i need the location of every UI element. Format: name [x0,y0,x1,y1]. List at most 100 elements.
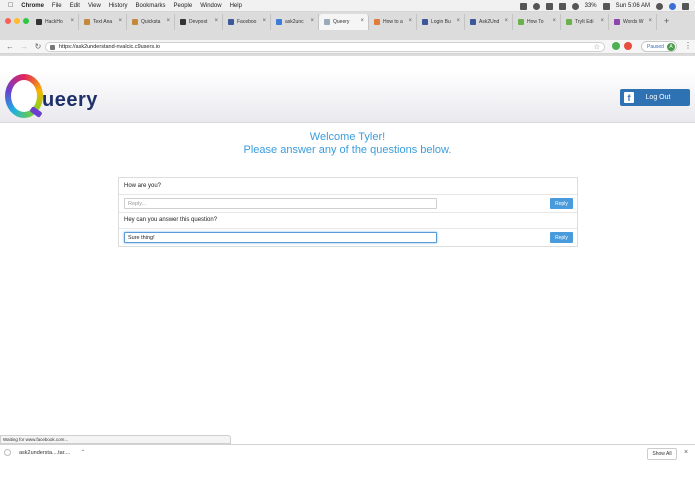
siri-icon[interactable] [669,2,676,10]
menu-view[interactable]: View [88,3,101,9]
adblock-extension-icon[interactable] [624,42,632,50]
site-header: ueery [0,71,695,123]
tab-close-icon[interactable]: × [166,18,170,24]
address-bar[interactable]: https://ask2understand-nvalcic.c9users.i… [45,42,605,52]
bookmark-star-icon[interactable]: ☆ [594,43,600,51]
tab-close-icon[interactable]: × [504,18,508,24]
profile-status: Paused [647,43,664,50]
wifi-icon[interactable] [571,2,579,10]
spotlight-search-icon[interactable] [656,2,663,10]
status-text: Waiting for www.facebook.com... [3,437,69,442]
close-downloads-icon[interactable]: × [684,449,688,456]
questions-panel: How are you? Reply Hey can you answer th… [118,177,578,247]
browser-toolbar: ← → ↻ https://ask2understand-nvalcic.c9u… [0,40,695,54]
address-bar-url[interactable]: https://ask2understand-nvalcic.c9users.i… [59,44,160,50]
divider [119,228,577,229]
tab-favicon-icon [614,19,620,25]
tab-favicon-icon [276,19,282,25]
tab-item[interactable]: How to a × [369,14,417,30]
tab-active[interactable]: Queery × [319,14,369,30]
minimize-window-icon[interactable] [14,18,20,24]
tab-close-icon[interactable]: × [600,18,604,24]
downloads-bar: ask2understa....tar.... ⌃ Show All × [0,444,695,462]
welcome-title: Welcome Tyler! [309,131,386,143]
new-tab-icon[interactable]: + [664,16,669,26]
tab-item[interactable]: Words W × [609,14,657,30]
airplay-icon[interactable] [545,2,553,10]
sync-icon[interactable] [532,2,540,10]
app-status-icon[interactable] [519,2,527,10]
notification-center-icon[interactable] [682,2,689,10]
logout-button[interactable]: f Log Out [620,89,690,106]
menubar-status-area: 33% Sun 5:06 AM [519,0,689,12]
tab-list: HackHo × Text Ana × Quicksta × Devpost × Faceboo… [31,14,657,30]
tab-close-icon[interactable]: × [360,18,364,24]
tab-label: TryIt Edi [575,19,594,25]
download-item[interactable]: ask2understa....tar.... ⌃ [4,449,85,456]
logo-text: ueery [42,89,98,111]
reply-input[interactable] [124,198,437,209]
close-window-icon[interactable] [5,18,11,24]
welcome-subtitle: Please answer any of the questions below… [243,144,452,156]
tab-item[interactable]: Login Bu × [417,14,465,30]
tab-close-icon[interactable]: × [456,18,460,24]
download-progress-icon [4,449,11,456]
tab-favicon-icon [518,19,524,25]
menu-file[interactable]: File [52,3,62,9]
menu-edit[interactable]: Edit [70,3,80,9]
tab-close-icon[interactable]: × [310,18,314,24]
forward-arrow-icon[interactable]: → [20,42,28,51]
download-filename[interactable]: ask2understa....tar.... [19,450,70,456]
tab-item[interactable]: Faceboo × [223,14,271,30]
tab-close-icon[interactable]: × [118,18,122,24]
extension-icon[interactable] [612,42,620,50]
tab-close-icon[interactable]: × [70,18,74,24]
battery-icon[interactable] [602,2,610,10]
tab-favicon-icon [84,19,90,25]
apple-icon[interactable]:  [8,2,13,9]
more-menu-icon[interactable]: ⋮ [684,41,692,50]
tab-close-icon[interactable]: × [552,18,556,24]
tab-close-icon[interactable]: × [648,18,652,24]
tab-label: Faceboo [237,19,257,25]
clock[interactable]: Sun 5:06 AM [616,3,650,9]
tab-label: How To [527,19,544,25]
logout-label: Log Out [645,94,671,101]
tab-favicon-icon [36,19,42,25]
back-arrow-icon[interactable]: ← [6,42,14,51]
profile-button[interactable]: Paused A [641,41,677,52]
volume-icon[interactable] [558,2,566,10]
tab-item[interactable]: Text Ana × [79,14,127,30]
tab-close-icon[interactable]: × [262,18,266,24]
tab-close-icon[interactable]: × [214,18,218,24]
tab-label: Quicksta [141,19,161,25]
tab-favicon-icon [180,19,186,25]
tab-favicon-icon [132,19,138,25]
tab-item[interactable]: ask2unc × [271,14,319,30]
chevron-up-icon[interactable]: ⌃ [80,449,85,456]
question-text: How are you? [124,183,162,189]
tab-item[interactable]: TryIt Edi × [561,14,609,30]
facebook-icon: f [624,92,634,103]
menu-help[interactable]: Help [230,3,242,9]
tab-item[interactable]: How To × [513,14,561,30]
tab-item[interactable]: HackHo × [31,14,79,30]
tab-close-icon[interactable]: × [408,18,412,24]
tab-favicon-icon [324,19,330,25]
reload-icon[interactable]: ↻ [34,42,42,51]
menu-app-name[interactable]: Chrome [21,3,44,9]
menu-people[interactable]: People [174,3,193,9]
reply-button[interactable]: Reply [550,232,573,243]
reply-input[interactable] [124,232,437,243]
menu-history[interactable]: History [109,3,128,9]
reply-button[interactable]: Reply [550,198,573,209]
show-all-button[interactable]: Show All [647,448,677,460]
tab-item[interactable]: Devpost × [175,14,223,30]
tab-item[interactable]: Ask2Und × [465,14,513,30]
tab-favicon-icon [374,19,380,25]
menu-bookmarks[interactable]: Bookmarks [136,3,166,9]
zoom-window-icon[interactable] [23,18,29,24]
battery-percent[interactable]: 33% [585,3,597,9]
tab-item[interactable]: Quicksta × [127,14,175,30]
menu-window[interactable]: Window [200,3,221,9]
